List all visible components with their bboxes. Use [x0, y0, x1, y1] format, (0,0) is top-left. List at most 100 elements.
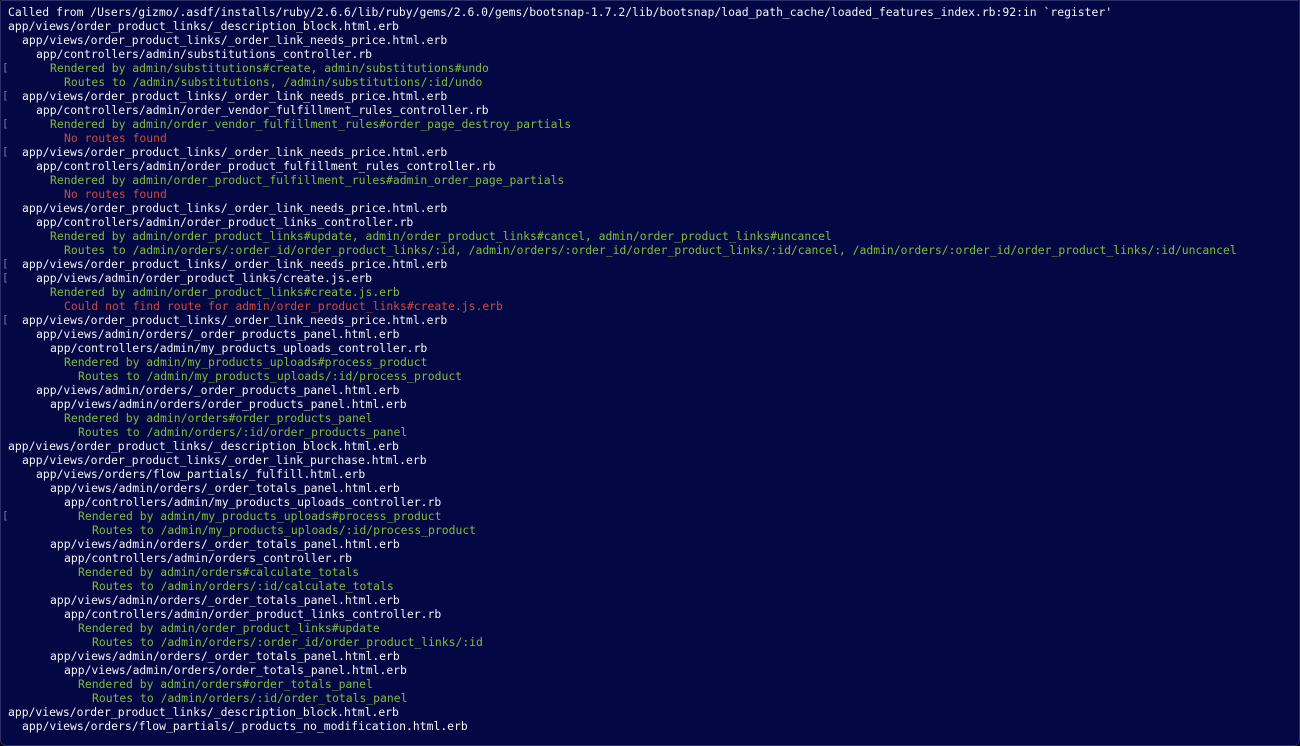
terminal-line: Rendered by admin/orders#order_totals_pa…: [1, 677, 1299, 691]
terminal-line: No routes found: [1, 187, 1299, 201]
terminal-line: app/controllers/admin/substitutions_cont…: [1, 47, 1299, 61]
terminal-line-text: app/views/order_product_links/_order_lin…: [22, 257, 448, 271]
terminal-line-text: Rendered by admin/order_product_fulfillm…: [50, 173, 565, 187]
terminal-line-text: app/views/order_product_links/_order_lin…: [22, 313, 448, 327]
terminal-line: [Rendered by admin/my_products_uploads#p…: [1, 509, 1299, 523]
terminal-line-text: Routes to /admin/orders/:id/order_produc…: [78, 425, 408, 439]
gutter-marker: [: [2, 271, 9, 284]
terminal-line: Routes to /admin/orders/:id/order_produc…: [1, 425, 1299, 439]
terminal-line-text: Routes to /admin/orders/:id/calculate_to…: [92, 579, 394, 593]
terminal-line-text: app/views/admin/orders/order_totals_pane…: [64, 663, 407, 677]
terminal-line: app/controllers/admin/my_products_upload…: [1, 495, 1299, 509]
gutter-marker: [: [2, 117, 9, 130]
gutter-marker: [: [2, 89, 9, 102]
terminal-line-text: app/views/orders/flow_partials/_products…: [22, 719, 468, 733]
terminal-line: app/controllers/admin/orders_controller.…: [1, 551, 1299, 565]
terminal-line: [Rendered by admin/order_vendor_fulfillm…: [1, 117, 1299, 131]
terminal-line-text: app/controllers/admin/order_product_link…: [64, 607, 442, 621]
terminal-line-text: app/controllers/admin/my_products_upload…: [50, 341, 428, 355]
terminal-line-text: Rendered by admin/my_products_uploads#pr…: [64, 355, 428, 369]
terminal-line-text: app/views/admin/orders/_order_products_p…: [36, 327, 400, 341]
terminal-line-text: Called from /Users/gizmo/.asdf/installs/…: [8, 5, 1113, 19]
terminal-line: Routes to /admin/my_products_uploads/:id…: [1, 523, 1299, 537]
terminal-line-text: Routes to /admin/orders/:id/order_totals…: [92, 691, 408, 705]
terminal-line-text: Rendered by admin/order_product_links#up…: [78, 621, 380, 635]
terminal-line-text: Routes to /admin/substitutions, /admin/s…: [64, 75, 483, 89]
gutter-marker: [: [2, 145, 9, 158]
terminal-line: Routes to /admin/orders/:order_id/order_…: [1, 243, 1299, 257]
terminal-line: Rendered by admin/order_product_fulfillm…: [1, 173, 1299, 187]
terminal-line: app/views/admin/orders/_order_totals_pan…: [1, 481, 1299, 495]
terminal-line-text: Could not find route for admin/order_pro…: [64, 299, 503, 313]
terminal-line: [ app/views/order_product_links/_order_li…: [1, 89, 1299, 103]
terminal-line: app/views/order_product_links/_order_lin…: [1, 33, 1299, 47]
terminal-line-text: app/controllers/admin/substitutions_cont…: [36, 47, 373, 61]
terminal-line-text: app/views/order_product_links/_descripti…: [8, 705, 399, 719]
terminal-line: app/views/admin/orders/_order_totals_pan…: [1, 537, 1299, 551]
gutter-marker: [: [2, 509, 9, 522]
gutter-marker: [: [2, 257, 9, 270]
terminal-line: Routes to /admin/substitutions, /admin/s…: [1, 75, 1299, 89]
terminal-line: app/views/admin/orders/order_products_pa…: [1, 397, 1299, 411]
terminal-line-text: Routes to /admin/my_products_uploads/:id…: [92, 523, 477, 537]
terminal-line: app/views/admin/orders/_order_products_p…: [1, 383, 1299, 397]
terminal-line-text: app/views/admin/order_product_links/crea…: [36, 271, 373, 285]
terminal-line-text: app/views/admin/orders/_order_totals_pan…: [50, 481, 400, 495]
terminal-line-text: No routes found: [64, 131, 167, 145]
terminal-line: app/views/order_product_links/_descripti…: [1, 705, 1299, 719]
terminal-line: Called from /Users/gizmo/.asdf/installs/…: [1, 5, 1299, 19]
terminal-line: app/views/order_product_links/_descripti…: [1, 19, 1299, 33]
terminal-line: Rendered by admin/order_product_links#up…: [1, 621, 1299, 635]
terminal-line-text: app/views/admin/orders/_order_products_p…: [36, 383, 400, 397]
terminal-line-text: Rendered by admin/orders#order_products_…: [64, 411, 373, 425]
terminal-line: [ app/views/admin/order_product_links/cre…: [1, 271, 1299, 285]
terminal-line: app/views/orders/flow_partials/_fulfill.…: [1, 467, 1299, 481]
terminal-line-text: app/controllers/admin/order_product_link…: [36, 215, 414, 229]
terminal-line-text: Rendered by admin/order_product_links#cr…: [50, 285, 400, 299]
terminal-line-text: app/views/admin/orders/_order_totals_pan…: [50, 537, 400, 551]
terminal-line-text: app/controllers/admin/order_product_fulf…: [36, 159, 496, 173]
terminal-line: No routes found: [1, 131, 1299, 145]
terminal-line: app/views/order_product_links/_order_lin…: [1, 201, 1299, 215]
terminal-line-text: app/views/order_product_links/_order_lin…: [22, 33, 448, 47]
terminal-line: Rendered by admin/my_products_uploads#pr…: [1, 355, 1299, 369]
terminal-line: [ app/views/order_product_links/_order_li…: [1, 257, 1299, 271]
terminal-window[interactable]: Called from /Users/gizmo/.asdf/installs/…: [0, 0, 1300, 746]
gutter-marker: [: [2, 61, 9, 74]
terminal-line: app/views/order_product_links/_descripti…: [1, 439, 1299, 453]
terminal-line-text: app/controllers/admin/order_vendor_fulfi…: [36, 103, 489, 117]
terminal-line-text: Rendered by admin/substitutions#create, …: [50, 61, 489, 75]
terminal-line-text: Routes to /admin/orders/:order_id/order_…: [64, 243, 1237, 257]
terminal-line-text: app/controllers/admin/orders_controller.…: [64, 551, 353, 565]
terminal-line-text: app/views/order_product_links/_order_lin…: [22, 89, 448, 103]
terminal-line: app/views/admin/orders/order_totals_pane…: [1, 663, 1299, 677]
terminal-line-text: app/views/order_product_links/_descripti…: [8, 439, 399, 453]
terminal-line: Could not find route for admin/order_pro…: [1, 299, 1299, 313]
gutter-marker: [: [2, 313, 9, 326]
terminal-line: Routes to /admin/orders/:id/order_totals…: [1, 691, 1299, 705]
terminal-line: app/views/admin/orders/_order_totals_pan…: [1, 593, 1299, 607]
terminal-line: Rendered by admin/order_product_links#up…: [1, 229, 1299, 243]
terminal-line-text: Routes to /admin/my_products_uploads/:id…: [78, 369, 463, 383]
terminal-line: Rendered by admin/order_product_links#cr…: [1, 285, 1299, 299]
terminal-line: app/views/orders/flow_partials/_products…: [1, 719, 1299, 733]
terminal-line: Routes to /admin/orders/:id/calculate_to…: [1, 579, 1299, 593]
terminal-line-text: Routes to /admin/orders/:order_id/order_…: [92, 635, 483, 649]
terminal-line-text: app/views/admin/orders/_order_totals_pan…: [50, 649, 400, 663]
terminal-line: app/views/admin/orders/_order_products_p…: [1, 327, 1299, 341]
terminal-line-text: app/views/admin/orders/_order_totals_pan…: [50, 593, 400, 607]
terminal-line: app/views/order_product_links/_order_lin…: [1, 453, 1299, 467]
terminal-line-text: app/views/order_product_links/_order_lin…: [22, 453, 427, 467]
terminal-line-text: app/views/order_product_links/_order_lin…: [22, 201, 448, 215]
terminal-line-text: app/views/order_product_links/_order_lin…: [22, 145, 448, 159]
terminal-line: app/controllers/admin/order_vendor_fulfi…: [1, 103, 1299, 117]
scrollbar-track[interactable]: [1295, 1, 1299, 745]
terminal-line-text: No routes found: [64, 187, 167, 201]
terminal-line: Routes to /admin/my_products_uploads/:id…: [1, 369, 1299, 383]
terminal-line-text: Rendered by admin/order_product_links#up…: [50, 229, 832, 243]
terminal-line-text: app/controllers/admin/my_products_upload…: [64, 495, 442, 509]
terminal-line: [ app/views/order_product_links/_order_li…: [1, 145, 1299, 159]
terminal-output: Called from /Users/gizmo/.asdf/installs/…: [1, 5, 1299, 733]
terminal-line: Routes to /admin/orders/:order_id/order_…: [1, 635, 1299, 649]
terminal-line-text: Rendered by admin/orders#calculate_total…: [78, 565, 360, 579]
